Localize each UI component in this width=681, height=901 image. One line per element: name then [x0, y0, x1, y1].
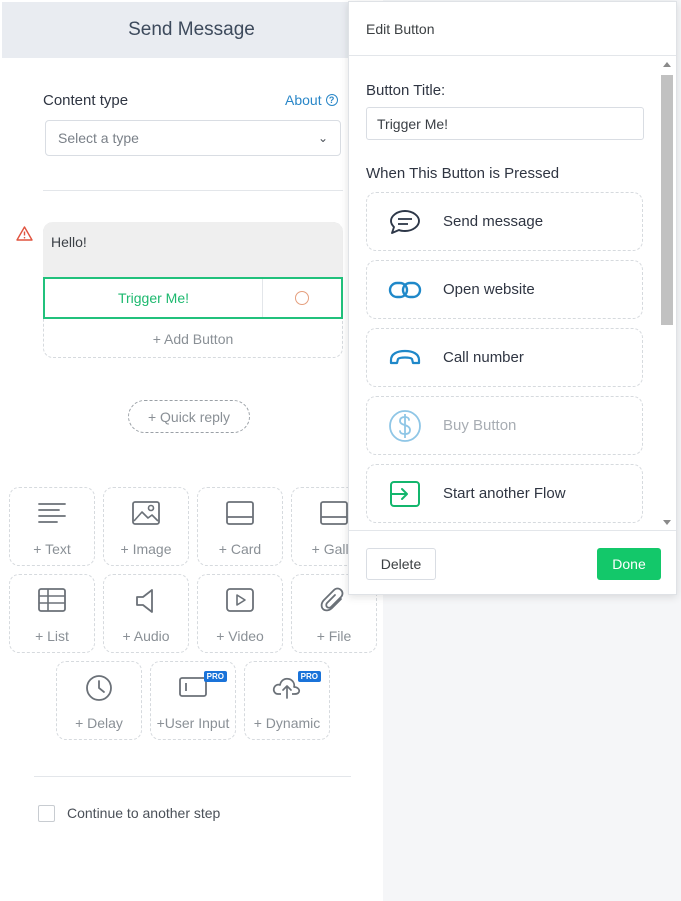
- message-button[interactable]: Trigger Me!: [43, 277, 343, 319]
- add-text-tile[interactable]: + Text: [9, 487, 95, 566]
- tile-label: + Text: [33, 541, 71, 557]
- flow-enter-icon: [390, 480, 420, 507]
- tile-label: +User Input: [156, 715, 230, 731]
- text-lines-icon: [38, 503, 66, 523]
- action-buy-button[interactable]: Buy Button: [366, 396, 643, 455]
- pro-badge: PRO: [203, 671, 227, 682]
- select-placeholder: Select a type: [58, 130, 139, 146]
- done-button[interactable]: Done: [597, 548, 661, 580]
- add-audio-tile[interactable]: + Audio: [103, 574, 189, 653]
- action-send-message[interactable]: Send message: [366, 192, 643, 251]
- image-icon: [132, 501, 160, 525]
- message-text[interactable]: Hello!: [43, 222, 343, 277]
- pressed-action-label: When This Button is Pressed: [366, 165, 560, 182]
- add-user-input-tile[interactable]: PRO +User Input: [150, 661, 236, 740]
- gallery-icon: [320, 501, 348, 525]
- tile-label: + File: [316, 628, 352, 644]
- send-message-panel: Send Message Content type About ? Select…: [0, 0, 383, 901]
- pro-badge: PRO: [297, 671, 321, 682]
- action-call-number[interactable]: Call number: [366, 328, 643, 387]
- add-card-tile[interactable]: + Card: [197, 487, 283, 566]
- card-icon: [226, 501, 254, 525]
- link-icon: [388, 281, 422, 298]
- action-open-website[interactable]: Open website: [366, 260, 643, 319]
- scroll-down-arrow-icon[interactable]: [663, 520, 671, 525]
- button-status-icon: [263, 279, 341, 317]
- add-button[interactable]: + Add Button: [43, 321, 343, 357]
- action-label: Start another Flow: [443, 485, 566, 502]
- action-label: Call number: [443, 349, 524, 366]
- continue-checkbox[interactable]: [38, 805, 55, 822]
- video-play-icon: [226, 588, 254, 612]
- about-label: About: [285, 92, 322, 108]
- speaker-icon: [136, 589, 153, 613]
- paperclip-icon: [320, 587, 344, 612]
- tile-label: + Video: [216, 628, 264, 644]
- chat-bubble-icon: [390, 209, 420, 234]
- tile-label: + Card: [218, 541, 262, 557]
- add-delay-tile[interactable]: + Delay: [56, 661, 142, 740]
- action-label: Buy Button: [443, 417, 517, 434]
- divider: [34, 776, 351, 777]
- tile-label: + Audio: [122, 628, 170, 644]
- about-link[interactable]: About ?: [285, 92, 338, 108]
- scroll-up-arrow-icon[interactable]: [663, 62, 671, 67]
- action-start-flow[interactable]: Start another Flow: [366, 464, 643, 523]
- quick-reply-button[interactable]: + Quick reply: [128, 400, 250, 433]
- tile-label: + Delay: [75, 715, 123, 731]
- warning-icon: [16, 226, 33, 241]
- question-icon: ?: [325, 94, 338, 106]
- delete-button[interactable]: Delete: [366, 548, 436, 580]
- scrollbar-thumb[interactable]: [661, 75, 673, 325]
- popup-scrollbar[interactable]: [660, 57, 674, 530]
- panel-title: Send Message: [2, 2, 381, 58]
- content-type-label: Content type: [43, 92, 129, 109]
- continue-label: Continue to another step: [67, 805, 221, 821]
- tile-label: + Dynamic: [253, 715, 321, 731]
- add-dynamic-tile[interactable]: PRO + Dynamic: [244, 661, 330, 740]
- popup-title: Edit Button: [349, 2, 676, 56]
- add-list-tile[interactable]: + List: [9, 574, 95, 653]
- edit-button-popup: Edit Button Button Title: When This Butt…: [348, 1, 677, 595]
- chevron-down-icon: ⌄: [317, 131, 328, 145]
- dollar-icon: [389, 409, 421, 442]
- button-title-label: Button Title:: [366, 82, 446, 99]
- tile-label: + List: [35, 628, 69, 644]
- popup-footer: Delete Done: [349, 530, 676, 596]
- button-title-input[interactable]: [366, 107, 644, 140]
- clock-icon: [86, 675, 112, 701]
- add-video-tile[interactable]: + Video: [197, 574, 283, 653]
- action-label: Send message: [443, 213, 544, 230]
- list-icon: [38, 588, 66, 612]
- message-button-label: Trigger Me!: [45, 279, 263, 317]
- phone-icon: [389, 349, 421, 364]
- content-type-select[interactable]: Select a type ⌄: [45, 120, 341, 156]
- divider: [43, 190, 343, 191]
- tile-label: + Image: [120, 541, 172, 557]
- add-image-tile[interactable]: + Image: [103, 487, 189, 566]
- action-label: Open website: [443, 281, 535, 298]
